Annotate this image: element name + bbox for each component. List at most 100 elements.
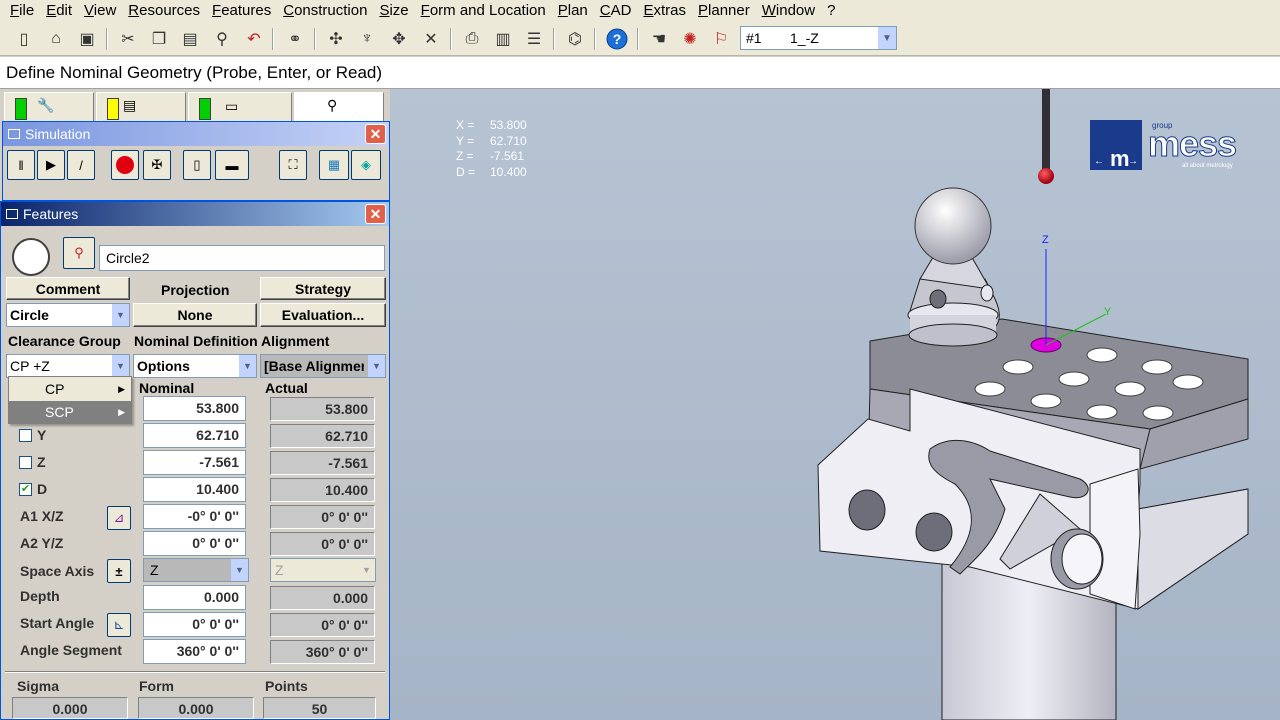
probe-stylus bbox=[1042, 89, 1050, 169]
help-icon[interactable]: ? bbox=[605, 27, 629, 51]
cut-icon[interactable]: ✂ bbox=[116, 27, 140, 51]
part-model: Z Y bbox=[817, 89, 1249, 720]
wand-icon[interactable]: ⚲ bbox=[210, 27, 234, 51]
nominal-y[interactable]: 62.710 bbox=[143, 423, 246, 448]
3d-viewport[interactable]: X = 53.800 Y = 62.710 Z = -7.561 D = 10.400 m ←… bbox=[390, 89, 1280, 720]
nominal-angle-segment[interactable]: 360° 0' 0'' bbox=[143, 639, 246, 664]
save-icon[interactable]: ▣ bbox=[75, 27, 99, 51]
undo-icon[interactable]: ↶ bbox=[242, 27, 266, 51]
pause-icon[interactable]: ‖ bbox=[7, 150, 35, 180]
nominal-a2[interactable]: 0° 0' 0'' bbox=[143, 531, 246, 556]
binoculars-icon[interactable]: ⚭ bbox=[283, 27, 307, 51]
menu-item-cp[interactable]: CP ▶ bbox=[9, 378, 131, 401]
menu-window[interactable]: Window bbox=[756, 0, 821, 22]
settings-icon[interactable]: ⌬ bbox=[563, 27, 587, 51]
checkbox-y[interactable] bbox=[19, 429, 32, 442]
tools-icon[interactable]: ✕ bbox=[419, 27, 443, 51]
checkbox-d[interactable]: ✔ bbox=[19, 483, 32, 496]
probe-icon[interactable]: ✣ bbox=[324, 27, 348, 51]
tab-display[interactable]: ▭ bbox=[188, 92, 292, 122]
delete-icon[interactable]: ▥ bbox=[491, 27, 515, 51]
probe-select[interactable]: #1 1_-Z ▼ bbox=[740, 26, 897, 50]
menu-features[interactable]: Features bbox=[206, 0, 277, 22]
chevron-down-icon[interactable]: ▼ bbox=[239, 355, 256, 377]
menu-item-scp-label: SCP bbox=[45, 404, 74, 420]
close-icon[interactable]: ✕ bbox=[365, 204, 386, 224]
comment-button[interactable]: Comment bbox=[6, 277, 130, 300]
menu-item-scp[interactable]: SCP ▶ bbox=[9, 401, 131, 424]
alignment-select[interactable]: [Base Alignment] ▼ bbox=[260, 354, 386, 378]
label-z: Z bbox=[37, 454, 46, 470]
nominal-depth[interactable]: 0.000 bbox=[143, 585, 246, 610]
options-select[interactable]: Options ▼ bbox=[133, 354, 257, 378]
align-icon[interactable]: ♆ bbox=[355, 27, 379, 51]
menu-help[interactable]: ? bbox=[821, 0, 841, 22]
menu-plan[interactable]: Plan bbox=[552, 0, 594, 22]
record-icon[interactable] bbox=[111, 150, 139, 180]
probe-feature-icon[interactable]: ⚲ bbox=[63, 237, 95, 269]
chevron-down-icon: ▼ bbox=[358, 559, 375, 581]
probe-change-icon[interactable]: ✺ bbox=[678, 27, 702, 51]
paste-icon[interactable]: ▤ bbox=[178, 27, 202, 51]
menu-file[interactable]: File bbox=[4, 0, 40, 22]
tab-measure[interactable]: ⚲ bbox=[294, 92, 384, 122]
label-space-axis: Space Axis bbox=[20, 563, 95, 579]
nominal-d[interactable]: 10.400 bbox=[143, 477, 246, 502]
angle-a1-icon[interactable]: ⊿ bbox=[107, 506, 131, 530]
tab-report[interactable]: ▤ bbox=[96, 92, 186, 122]
menu-size[interactable]: Size bbox=[373, 0, 414, 22]
tab-probe[interactable]: 🔧 bbox=[4, 92, 94, 122]
solid-cube-icon[interactable]: ◈ bbox=[351, 150, 381, 180]
space-axis-sign-button[interactable]: ± bbox=[107, 559, 131, 583]
nominal-definition-label: Nominal Definition bbox=[134, 333, 258, 349]
menu-extras[interactable]: Extras bbox=[637, 0, 692, 22]
nominal-z[interactable]: -7.561 bbox=[143, 450, 246, 475]
machine-icon[interactable]: ⛶ bbox=[279, 150, 307, 180]
chevron-down-icon[interactable]: ▼ bbox=[112, 304, 129, 326]
nominal-a1[interactable]: -0° 0' 0'' bbox=[143, 504, 246, 529]
evaluation-button[interactable]: Evaluation... bbox=[260, 303, 386, 327]
feature-name-input[interactable]: Circle2 bbox=[99, 245, 385, 271]
simulation-titlebar: Simulation ✕ bbox=[3, 122, 389, 146]
chevron-down-icon[interactable]: ▼ bbox=[368, 355, 385, 377]
cube-icon[interactable]: ▦ bbox=[319, 150, 349, 180]
step-icon[interactable]: / bbox=[67, 150, 95, 180]
menu-form-and-location[interactable]: Form and Location bbox=[415, 0, 552, 22]
transform-icon[interactable]: ✥ bbox=[387, 27, 411, 51]
nominal-start-angle[interactable]: 0° 0' 0'' bbox=[143, 612, 246, 637]
nominal-x[interactable]: 53.800 bbox=[143, 396, 246, 421]
feature-type-value: Circle bbox=[10, 307, 49, 323]
label-a2: A2 Y/Z bbox=[20, 535, 64, 551]
chevron-down-icon[interactable]: ▼ bbox=[112, 355, 129, 377]
menu-edit[interactable]: Edit bbox=[40, 0, 78, 22]
new-icon[interactable]: ▯ bbox=[12, 27, 36, 51]
chip-icon[interactable]: ▬ bbox=[215, 150, 249, 180]
menu-resources[interactable]: Resources bbox=[122, 0, 206, 22]
print-icon[interactable]: ⎙ bbox=[460, 27, 484, 51]
space-axis-select[interactable]: Z ▼ bbox=[143, 558, 249, 582]
close-icon[interactable]: ✕ bbox=[365, 124, 386, 144]
projection-none-button[interactable]: None bbox=[133, 303, 257, 327]
list-icon[interactable]: ☰ bbox=[522, 27, 546, 51]
chevron-down-icon[interactable]: ▼ bbox=[231, 559, 248, 581]
device-icon[interactable]: ▯ bbox=[183, 150, 211, 180]
menu-planner[interactable]: Planner bbox=[692, 0, 756, 22]
hand-icon[interactable]: ☚ bbox=[647, 27, 671, 51]
label-start-angle: Start Angle bbox=[20, 615, 95, 631]
menu-cad[interactable]: CAD bbox=[594, 0, 638, 22]
open-icon[interactable]: ⌂ bbox=[44, 27, 68, 51]
menu-construction[interactable]: Construction bbox=[277, 0, 373, 22]
checkbox-z[interactable] bbox=[19, 456, 32, 469]
submenu-arrow-icon: ▶ bbox=[118, 407, 125, 417]
probe-swap-icon[interactable]: ⚐ bbox=[709, 27, 733, 51]
strategy-button[interactable]: Strategy bbox=[260, 277, 386, 300]
clearance-select[interactable]: CP +Z ▼ bbox=[6, 354, 130, 378]
z-axis-label: Z bbox=[1042, 234, 1049, 246]
start-angle-icon[interactable]: ⊾ bbox=[107, 613, 131, 637]
play-icon[interactable]: ▶ bbox=[37, 150, 65, 180]
copy-icon[interactable]: ❐ bbox=[147, 27, 171, 51]
probe-sim-icon[interactable]: ✠ bbox=[143, 150, 171, 180]
feature-type-select[interactable]: Circle ▼ bbox=[6, 303, 130, 327]
chevron-down-icon[interactable]: ▼ bbox=[878, 27, 896, 49]
menu-view[interactable]: View bbox=[78, 0, 122, 22]
